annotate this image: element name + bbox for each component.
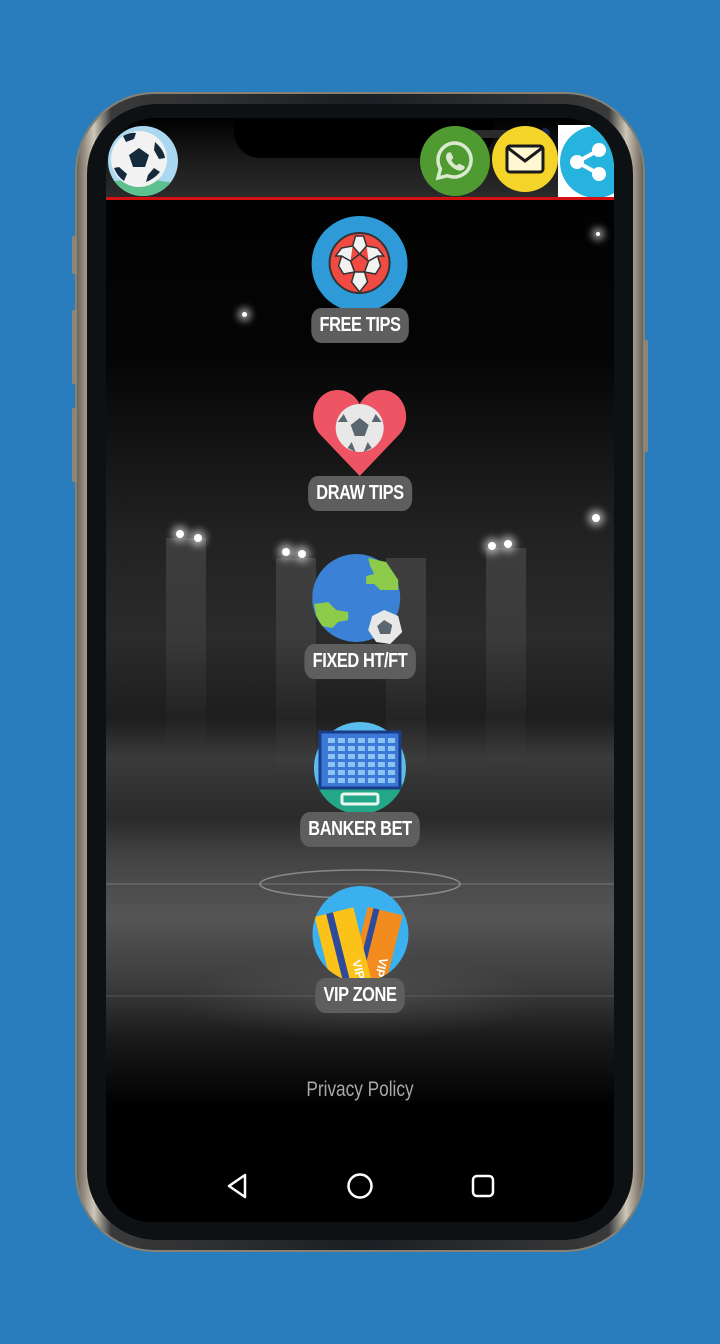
mail-icon [505,144,545,174]
whatsapp-icon [435,141,473,181]
net-cell [388,754,395,759]
net-cell [348,762,355,767]
stadium-light [596,232,600,236]
stadium-light [488,542,496,550]
menu-label: BANKER BET [300,812,420,847]
goal-net-icon [314,722,406,814]
net-cell [368,738,375,743]
net-cell [338,778,345,783]
home-button[interactable] [340,1166,380,1206]
app-screen: FREE TIPS DRAW TIPS FIXED HT/FT BANKER B… [106,118,614,1222]
net-cell [338,746,345,751]
net-cell [348,778,355,783]
net-cell [388,778,395,783]
net-cell [348,738,355,743]
home-icon [347,1173,373,1199]
net-cell [378,738,385,743]
phone-side-button [72,236,77,274]
net-cell [328,762,335,767]
menu-icon-free-tips [311,216,408,312]
net-cell [368,770,375,775]
menu-item-vip-zone[interactable]: VIP VIP VIP ZONE [306,886,415,1013]
net-cell [358,746,365,751]
menu-icon-banker-bet [312,720,408,816]
net-cell [378,746,385,751]
net-cell [348,770,355,775]
app-logo [108,126,178,196]
email-button[interactable] [492,126,558,192]
net-cell [358,778,365,783]
stadium-light [282,548,290,556]
net-cell [368,746,375,751]
vip-cards-icon: VIP VIP [312,886,408,982]
heart-ball-icon [313,390,407,476]
share-icon [570,143,606,181]
net-cell [368,762,375,767]
net-cell [358,738,365,743]
net-cell [388,762,395,767]
net-cell [338,754,345,759]
soccer-ball-icon [108,131,178,196]
net-cell [368,754,375,759]
net-cell [338,770,345,775]
menu-item-free-tips[interactable]: FREE TIPS [301,216,420,343]
menu-icon-fixed-htft [311,552,408,648]
light-beam [166,538,206,758]
net-cell [388,746,395,751]
net-cell [348,746,355,751]
net-cell [368,778,375,783]
stadium-light [504,540,512,548]
menu-icon-vip-zone: VIP VIP [312,886,408,982]
net-cell [388,770,395,775]
net-cell [358,754,365,759]
net-cell [328,738,335,743]
menu-label: DRAW TIPS [308,476,412,511]
net-cell [348,754,355,759]
phone-power-button [643,340,648,452]
globe-ball-icon [311,554,402,644]
privacy-policy-link[interactable]: Privacy Policy [152,1078,569,1102]
stadium-light [176,530,184,538]
net-cell [388,738,395,743]
net-cell [378,778,385,783]
recents-icon [471,1174,494,1198]
net-cell [328,770,335,775]
recents-button[interactable] [463,1166,503,1206]
phone-volume-down [72,408,77,482]
menu-label: VIP ZONE [315,978,405,1013]
menu-label: FIXED HT/FT [304,644,416,679]
stadium-light [242,312,247,317]
net-cell [378,754,385,759]
net-cell [358,762,365,767]
net-cell [378,762,385,767]
net-cell [328,754,335,759]
stadium-light [592,514,600,522]
light-beam [486,548,526,768]
net-cell [328,746,335,751]
net-cell [328,778,335,783]
system-navbar [106,1158,614,1214]
back-icon [228,1173,247,1199]
net-cell [338,738,345,743]
whatsapp-button[interactable] [420,126,490,196]
menu-item-fixed-htft[interactable]: FIXED HT/FT [292,552,428,679]
menu-item-draw-tips[interactable]: DRAW TIPS [297,384,424,511]
menu-label: FREE TIPS [311,308,409,343]
header-divider [106,197,614,200]
net-cell [378,770,385,775]
menu-item-banker-bet[interactable]: BANKER BET [287,720,433,847]
phone-volume-up [72,310,77,384]
net-cell [358,770,365,775]
net-cell [338,762,345,767]
soccer-ball-icon [311,216,408,312]
stadium-light [194,534,202,542]
menu-icon-draw-tips [312,384,408,480]
back-button[interactable] [217,1166,257,1206]
